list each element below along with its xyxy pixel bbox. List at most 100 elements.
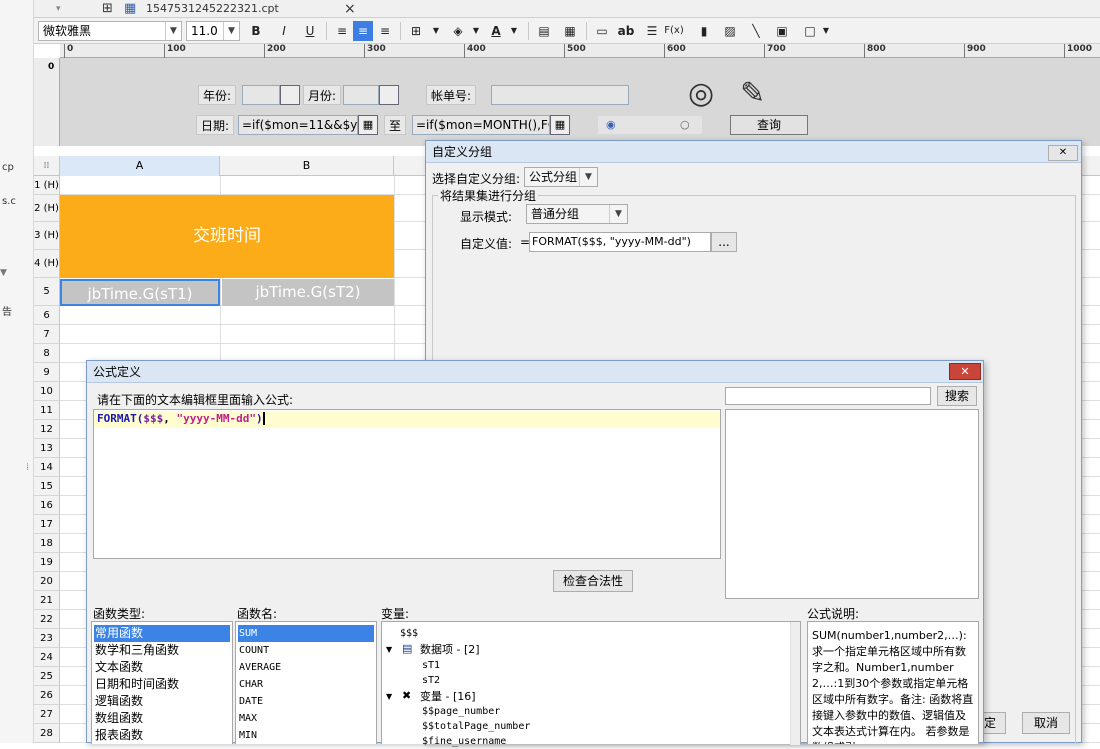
- list-item[interactable]: SUM: [238, 625, 374, 642]
- date-to-field[interactable]: =if($mon=MONTH(),FOF: [412, 115, 550, 135]
- tree-item[interactable]: 变量 - [16]: [420, 689, 476, 704]
- italic-button[interactable]: I: [274, 21, 294, 41]
- row-header[interactable]: 19: [34, 553, 60, 572]
- row-header[interactable]: 25: [34, 667, 60, 686]
- chevron-down-icon[interactable]: ▼: [816, 21, 836, 41]
- font-color-icon[interactable]: A: [486, 21, 506, 41]
- tree-item[interactable]: $fine_username: [422, 734, 506, 749]
- insert-subreport-icon[interactable]: ▣: [772, 21, 792, 41]
- insert-image-icon[interactable]: ▨: [720, 21, 740, 41]
- tree-item[interactable]: $$totalPage_number: [422, 719, 530, 734]
- date-from-field[interactable]: =if($mon=11&&$yea: [238, 115, 358, 135]
- month-field[interactable]: [343, 85, 379, 105]
- group-type-select[interactable]: 公式分组 ▼: [524, 167, 598, 187]
- row-header[interactable]: 4 (H): [34, 250, 60, 278]
- row-header[interactable]: 2 (H): [34, 195, 60, 222]
- column-header-a[interactable]: A: [60, 156, 220, 176]
- collapse-arrow-icon[interactable]: ▼: [0, 268, 7, 278]
- row-header[interactable]: 3 (H): [34, 222, 60, 250]
- font-size-select[interactable]: 11.0 ▼: [186, 21, 240, 41]
- row-header[interactable]: 15: [34, 477, 60, 496]
- merged-title-cell[interactable]: 交班时间: [60, 195, 394, 278]
- splitter-handle-icon[interactable]: ⁞: [26, 462, 29, 473]
- tree-expand-icon[interactable]: ▼: [386, 642, 392, 657]
- calendar-icon[interactable]: ▦: [358, 115, 378, 135]
- chevron-down-icon[interactable]: ▼: [466, 21, 486, 41]
- list-item[interactable]: 文本函数: [94, 659, 230, 676]
- row-header[interactable]: 13: [34, 439, 60, 458]
- tree-item[interactable]: 数据项 - [2]: [420, 642, 480, 657]
- row-header[interactable]: 23: [34, 629, 60, 648]
- row-header[interactable]: 5: [34, 278, 60, 306]
- close-icon[interactable]: ✕: [1048, 145, 1078, 161]
- row-header[interactable]: 18: [34, 534, 60, 553]
- tab-filename[interactable]: 1547531245222321.cpt: [146, 0, 279, 18]
- function-search-input[interactable]: [725, 387, 931, 405]
- row-header[interactable]: 7: [34, 325, 60, 344]
- list-item[interactable]: DATE: [238, 693, 374, 710]
- row-header[interactable]: 22: [34, 610, 60, 629]
- insert-richtext-icon[interactable]: ☰: [642, 21, 662, 41]
- search-button[interactable]: 搜索: [937, 386, 977, 406]
- list-item[interactable]: MIN: [238, 727, 374, 744]
- row-header[interactable]: 17: [34, 515, 60, 534]
- tab-scroll-down-icon[interactable]: ▾: [56, 0, 61, 18]
- row-header[interactable]: 9: [34, 363, 60, 382]
- font-family-select[interactable]: 微软雅黑 ▼: [38, 21, 182, 41]
- tree-item[interactable]: sT2: [422, 673, 440, 688]
- bold-button[interactable]: B: [246, 21, 266, 41]
- align-left-icon[interactable]: ≡: [332, 21, 352, 41]
- row-header[interactable]: 8: [34, 344, 60, 363]
- account-field[interactable]: [491, 85, 629, 105]
- insert-text-field-icon[interactable]: ▭: [592, 21, 612, 41]
- unmerge-cells-icon[interactable]: ▦: [560, 21, 580, 41]
- edit-pencil-icon[interactable]: ✎: [740, 76, 765, 111]
- cancel-button[interactable]: 取消: [1022, 712, 1070, 734]
- tree-item[interactable]: sT1: [422, 658, 440, 673]
- list-item[interactable]: 逻辑函数: [94, 693, 230, 710]
- radio-option-selected[interactable]: ◉: [606, 118, 616, 131]
- column-header-b[interactable]: B: [220, 156, 394, 176]
- row-header[interactable]: 20: [34, 572, 60, 591]
- calendar-icon[interactable]: ▦: [550, 115, 570, 135]
- tab-close-icon[interactable]: ×: [344, 0, 356, 18]
- row-header[interactable]: 6: [34, 306, 60, 325]
- row-header[interactable]: 1 (H): [34, 176, 60, 195]
- tree-item[interactable]: $$$: [400, 626, 418, 641]
- row-header[interactable]: 10: [34, 382, 60, 401]
- month-dropdown-icon[interactable]: [379, 85, 399, 105]
- align-center-icon[interactable]: ≡: [353, 21, 373, 41]
- custom-value-field[interactable]: FORMAT($$$, "yyyy-MM-dd"): [529, 232, 711, 252]
- row-header[interactable]: 26: [34, 686, 60, 705]
- list-item[interactable]: 日期和时间函数: [94, 676, 230, 693]
- list-item[interactable]: MAX: [238, 710, 374, 727]
- tree-item[interactable]: $$page_number: [422, 704, 500, 719]
- select-all-corner[interactable]: ⁞⁞: [34, 156, 60, 176]
- scrollbar[interactable]: [790, 622, 800, 745]
- display-mode-select[interactable]: 普通分组 ▼: [526, 204, 628, 224]
- query-button[interactable]: 查询: [730, 115, 808, 135]
- fill-color-icon[interactable]: ◈: [448, 21, 468, 41]
- border-icon[interactable]: ⊞: [406, 21, 426, 41]
- row-header[interactable]: 16: [34, 496, 60, 515]
- more-button[interactable]: ...: [711, 232, 737, 252]
- cell-b5[interactable]: jbTime.G(sT2): [222, 279, 394, 306]
- list-item[interactable]: 数学和三角函数: [94, 642, 230, 659]
- search-results-box[interactable]: [725, 409, 979, 599]
- underline-button[interactable]: U: [300, 21, 320, 41]
- formula-editor[interactable]: FORMAT($$$, "yyyy-MM-dd"): [93, 409, 721, 559]
- merge-cells-icon[interactable]: ▤: [534, 21, 554, 41]
- variable-tree[interactable]: $$$ ▼ ▤ 数据项 - [2] sT1 sT2 ▼ ✖ 变量 - [16] …: [381, 621, 801, 747]
- function-type-list[interactable]: 常用函数 数学和三角函数 文本函数 日期和时间函数 逻辑函数 数组函数 报表函数: [91, 621, 233, 744]
- check-validity-button[interactable]: 检查合法性: [553, 570, 633, 592]
- list-item[interactable]: COUNT: [238, 642, 374, 659]
- cell-a5[interactable]: jbTime.G(sT1): [60, 279, 220, 306]
- year-field[interactable]: [242, 85, 280, 105]
- insert-formula-button[interactable]: F(x): [664, 21, 684, 41]
- year-dropdown-icon[interactable]: [280, 85, 300, 105]
- chevron-down-icon[interactable]: ▼: [426, 21, 446, 41]
- insert-slash-icon[interactable]: ╲: [746, 21, 766, 41]
- insert-chart-icon[interactable]: ▮: [694, 21, 714, 41]
- row-header[interactable]: 27: [34, 705, 60, 724]
- list-item[interactable]: 报表函数: [94, 727, 230, 744]
